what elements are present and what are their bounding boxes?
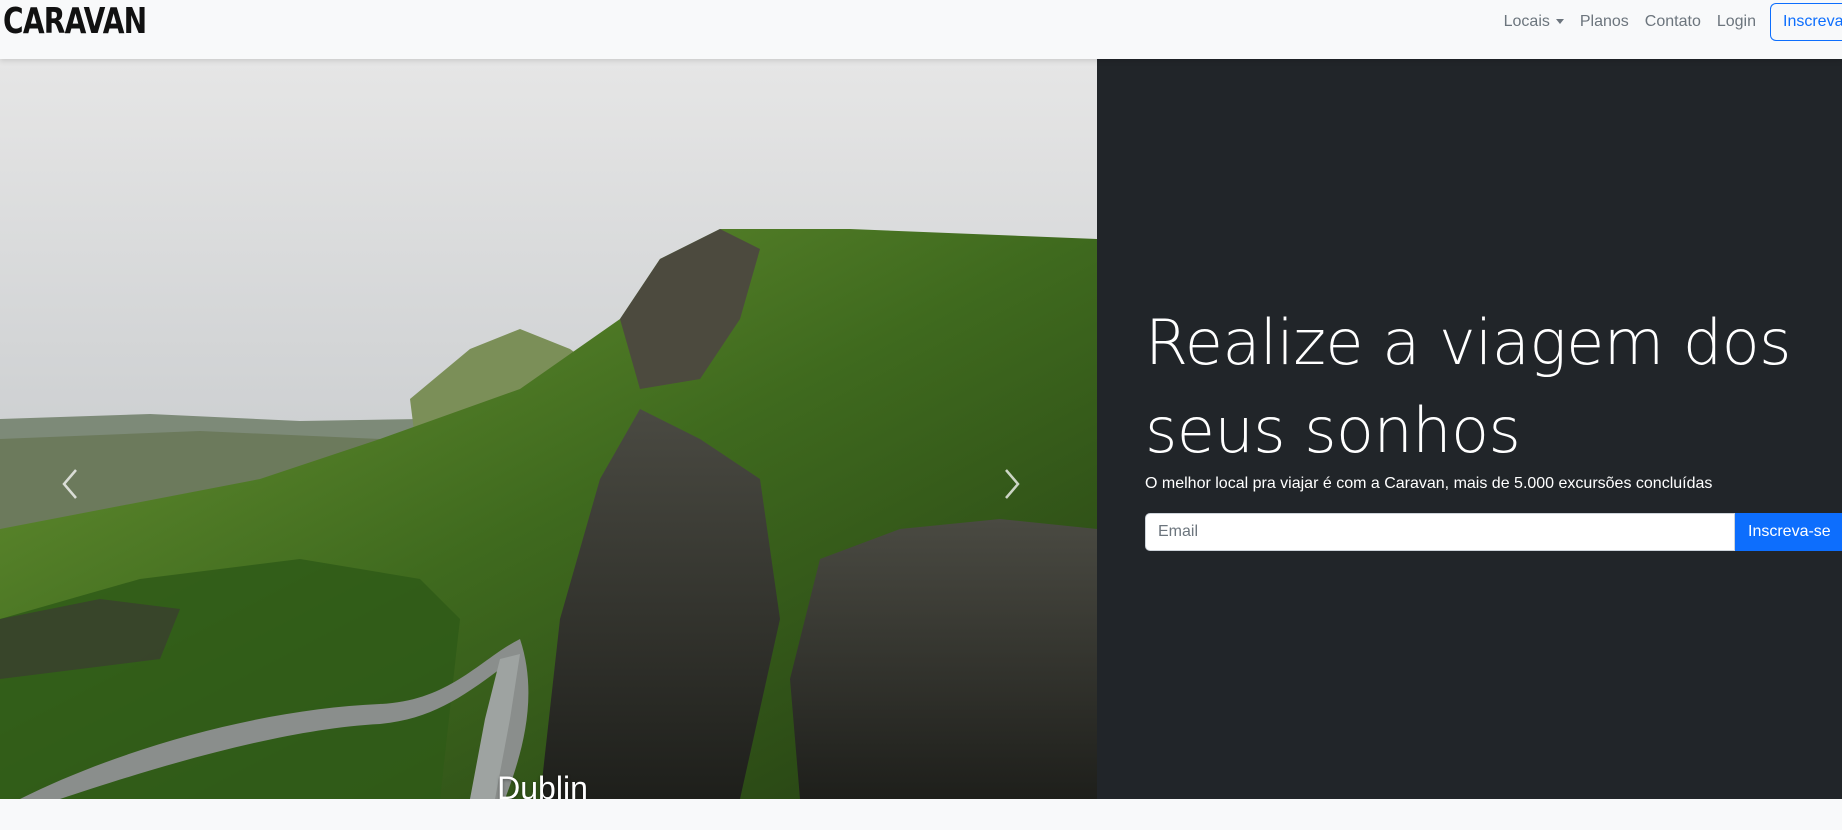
nav-item-label: Locais <box>1503 12 1550 30</box>
hero-carousel: Dublin <box>0 59 1097 799</box>
carousel-next-button[interactable] <box>1000 464 1024 504</box>
hero-panel: Realize a viagem dos seus sonhos O melho… <box>1097 59 1842 799</box>
submit-button[interactable]: Inscreva-se <box>1735 513 1842 551</box>
nav-item-contato[interactable]: Contato <box>1645 13 1701 31</box>
signup-button[interactable]: Inscreva-se <box>1770 2 1842 41</box>
brand-logo[interactable]: CARAVAN <box>3 2 147 42</box>
nav-item-planos[interactable]: Planos <box>1580 13 1629 31</box>
navbar: CARAVAN Locais Planos Contato Login Insc… <box>0 0 1842 59</box>
carousel-prev-button[interactable] <box>58 464 82 504</box>
chevron-right-icon <box>1005 469 1020 499</box>
nav-item-login[interactable]: Login <box>1717 13 1756 31</box>
nav-menu: Locais Planos Contato Login Inscreva-se <box>1504 0 1842 43</box>
nav-item-locais[interactable]: Locais <box>1504 13 1564 31</box>
hero-subtitle: O melhor local pra viajar é com a Carava… <box>1145 475 1713 492</box>
chevron-down-icon <box>1555 18 1564 24</box>
chevron-left-icon <box>62 469 77 499</box>
landscape-image <box>0 59 1097 799</box>
email-input[interactable] <box>1145 513 1735 551</box>
slide-caption: Dublin <box>497 770 588 799</box>
signup-form: Inscreva-se <box>1145 513 1842 551</box>
hero-headline: Realize a viagem dos seus sonhos <box>1145 306 1791 467</box>
